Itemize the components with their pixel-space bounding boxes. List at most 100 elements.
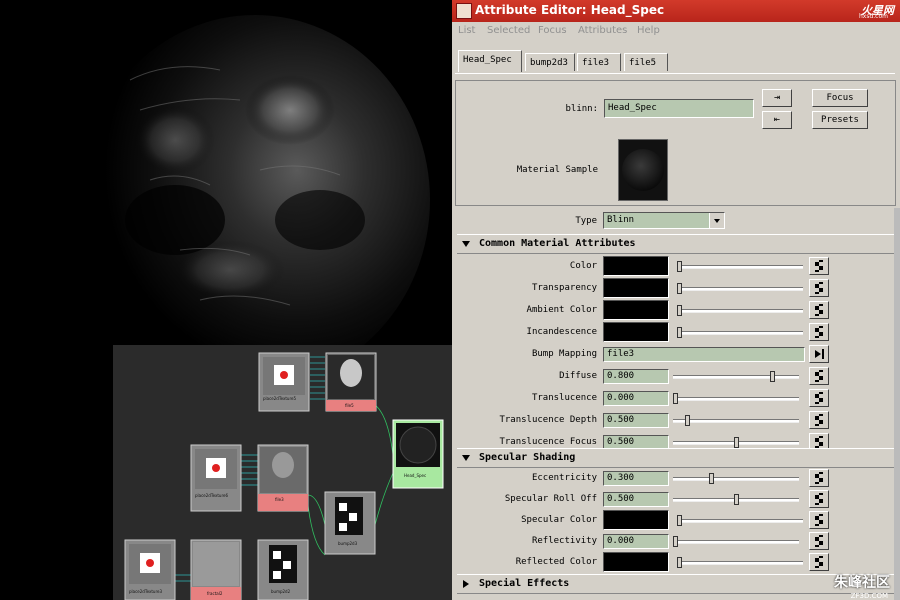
map-texture-button[interactable] [809, 553, 829, 571]
bump-mapping-field[interactable]: file3 [603, 347, 805, 362]
incandescence-label: Incandescence [526, 327, 597, 337]
specular-roll-off-slider[interactable] [673, 494, 799, 505]
slider-thumb[interactable] [677, 327, 682, 338]
diffuse-field[interactable]: 0.800 [603, 369, 669, 384]
node-fractal2[interactable]: fractal2 [190, 539, 242, 600]
transparency-slider[interactable] [677, 283, 803, 294]
node-bump2d3[interactable]: bump2d3 [324, 491, 376, 555]
slider-thumb[interactable] [677, 557, 682, 568]
menu-focus[interactable]: Focus [538, 25, 567, 36]
map-texture-button[interactable] [809, 411, 829, 429]
map-texture-button[interactable] [809, 257, 829, 275]
translucence-field[interactable]: 0.000 [603, 391, 669, 406]
svg-text:place2dTexture6: place2dTexture6 [195, 493, 228, 498]
node-bump2d2[interactable]: bump2d2 [257, 539, 309, 600]
translucence-focus-slider[interactable] [673, 437, 799, 448]
node-place2dtexture6[interactable]: place2dTexture6 [190, 444, 242, 512]
map-texture-button[interactable] [809, 323, 829, 341]
vertical-scrollbar[interactable] [894, 208, 900, 600]
slider-thumb[interactable] [673, 393, 678, 404]
translucence-depth-field[interactable]: 0.500 [603, 413, 669, 428]
slider-thumb[interactable] [734, 437, 739, 448]
node-place2dtexture3[interactable]: place2dTexture3 [124, 539, 176, 600]
tab-head-spec[interactable]: Head_Spec [458, 50, 522, 72]
tab-file3[interactable]: file3 [577, 53, 621, 71]
checker-icon [815, 535, 823, 547]
checker-icon [815, 326, 823, 338]
checker-icon [815, 392, 823, 404]
menu-list[interactable]: List [458, 25, 475, 36]
node-head-spec[interactable]: Head_Spec [392, 419, 444, 489]
translucence-depth-slider[interactable] [673, 415, 799, 426]
map-texture-button[interactable] [809, 301, 829, 319]
map-texture-button[interactable] [809, 367, 829, 385]
eccentricity-slider[interactable] [673, 473, 799, 484]
specular-color-label: Specular Color [521, 515, 597, 525]
specular-roll-off-field[interactable]: 0.500 [603, 492, 669, 507]
svg-text:place2dTexture3: place2dTexture3 [129, 589, 162, 594]
hypershade-graph[interactable]: place2dTexture5 file5 place2dTexture6 fi… [113, 345, 452, 600]
specular-color-swatch[interactable] [603, 510, 669, 530]
menu-help[interactable]: Help [637, 25, 660, 36]
slider-thumb[interactable] [734, 494, 739, 505]
title-bar[interactable]: Attribute Editor: Head_Spec 火星网 hxsd.com [452, 0, 900, 22]
map-texture-button[interactable] [809, 490, 829, 508]
map-texture-button[interactable] [809, 532, 829, 550]
translucence-slider[interactable] [673, 393, 799, 404]
input-connection-button[interactable] [809, 345, 829, 363]
slider-thumb[interactable] [685, 415, 690, 426]
section-common-material-attributes[interactable]: Common Material Attributes [457, 234, 894, 254]
color-swatch[interactable] [603, 256, 669, 276]
focus-button[interactable]: Focus [812, 89, 868, 107]
tab-file5[interactable]: file5 [624, 53, 668, 71]
menu-attributes[interactable]: Attributes [578, 25, 627, 36]
input-connection-button[interactable]: ⇥ [762, 89, 792, 107]
type-dropdown[interactable]: Blinn [603, 212, 725, 229]
incandescence-swatch[interactable] [603, 322, 669, 342]
color-slider[interactable] [677, 261, 803, 272]
svg-text:file3: file3 [275, 497, 284, 502]
map-texture-button[interactable] [809, 511, 829, 529]
slider-thumb[interactable] [677, 261, 682, 272]
eccentricity-field[interactable]: 0.300 [603, 471, 669, 486]
reflected-color-slider[interactable] [677, 557, 803, 568]
section-special-effects[interactable]: Special Effects [457, 574, 894, 594]
specular-color-slider[interactable] [677, 515, 803, 526]
ambient-color-swatch[interactable] [603, 300, 669, 320]
material-sample-label: Material Sample [516, 165, 598, 175]
tab-bump2d3[interactable]: bump2d3 [525, 53, 575, 71]
svg-text:file5: file5 [345, 403, 354, 408]
diffuse-slider[interactable] [673, 371, 799, 382]
bump-mapping-label: Bump Mapping [531, 349, 597, 359]
slider-thumb[interactable] [677, 305, 682, 316]
slider-thumb[interactable] [673, 536, 678, 547]
slider-thumb[interactable] [709, 473, 714, 484]
slider-thumb[interactable] [677, 283, 682, 294]
svg-text:Head_Spec: Head_Spec [404, 473, 426, 478]
section-title: Specular Shading [479, 452, 576, 463]
node-file5[interactable]: file5 [325, 352, 377, 412]
ambient-color-slider[interactable] [677, 305, 803, 316]
svg-text:place2dTexture5: place2dTexture5 [263, 396, 296, 401]
presets-button[interactable]: Presets [812, 111, 868, 129]
map-texture-button[interactable] [809, 389, 829, 407]
incandescence-slider[interactable] [677, 327, 803, 338]
section-specular-shading[interactable]: Specular Shading [457, 448, 894, 468]
slider-thumb[interactable] [677, 515, 682, 526]
slider-thumb[interactable] [770, 371, 775, 382]
node-file3[interactable]: file3 [257, 444, 309, 512]
node-place2dtexture5[interactable]: place2dTexture5 [258, 352, 310, 412]
tab-divider [455, 73, 895, 74]
svg-text:bump2d2: bump2d2 [271, 589, 291, 594]
menu-selected[interactable]: Selected [487, 25, 530, 36]
reflected-color-swatch[interactable] [603, 552, 669, 572]
app-icon [456, 3, 472, 19]
reflectivity-field[interactable]: 0.000 [603, 534, 669, 549]
node-name-field[interactable]: Head_Spec [604, 99, 754, 118]
attributes-scroll-area[interactable]: Type Blinn Common Material Attributes Co… [457, 208, 894, 600]
reflectivity-slider[interactable] [673, 536, 799, 547]
map-texture-button[interactable] [809, 469, 829, 487]
output-connection-button[interactable]: ⇤ [762, 111, 792, 129]
transparency-swatch[interactable] [603, 278, 669, 298]
map-texture-button[interactable] [809, 279, 829, 297]
